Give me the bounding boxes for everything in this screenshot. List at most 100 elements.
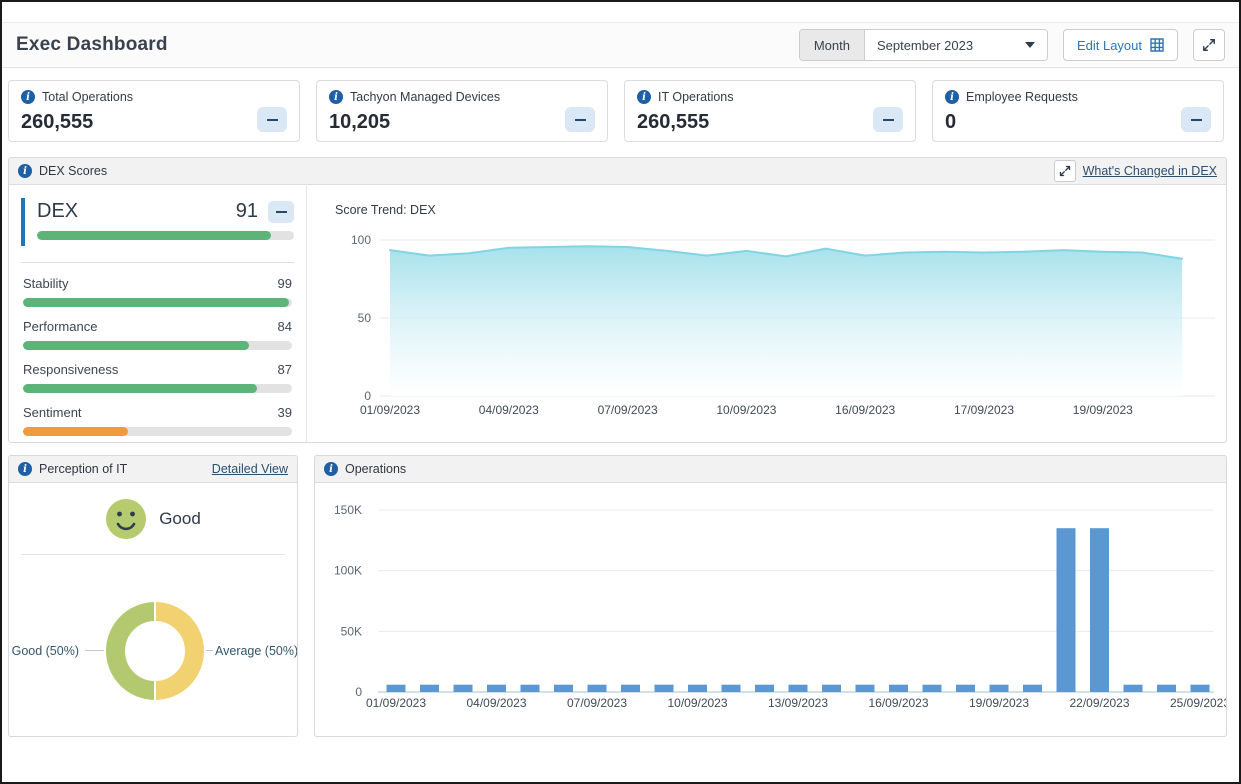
subscore-bar [23, 341, 249, 350]
exec-dashboard-window: Exec Dashboard Month September 2023 Edit… [0, 0, 1241, 784]
collapse-tile-button[interactable] [873, 107, 903, 132]
svg-text:07/09/2023: 07/09/2023 [598, 403, 658, 417]
top-strip [2, 2, 1239, 23]
kpi-value: 260,555 [21, 111, 287, 134]
subscore-label: Stability [23, 276, 69, 291]
svg-text:10/09/2023: 10/09/2023 [716, 403, 776, 417]
grid-icon [1150, 38, 1164, 52]
panel-title: Operations [345, 462, 406, 476]
dex-scores-panel: DEX Scores What's Changed in DEX DEX 91 [8, 157, 1227, 443]
svg-text:07/09/2023: 07/09/2023 [567, 696, 627, 710]
subscore-row-performance: Performance 84 [21, 308, 294, 351]
dashboard-header: Exec Dashboard Month September 2023 Edit… [2, 23, 1239, 68]
kpi-label: Employee Requests [966, 90, 1078, 104]
info-icon[interactable] [329, 90, 343, 104]
svg-text:01/09/2023: 01/09/2023 [366, 696, 426, 710]
subscore-row-sentiment: Sentiment 39 [21, 394, 294, 437]
period-granularity-button[interactable]: Month [800, 30, 865, 60]
perception-status: Good [9, 498, 297, 540]
svg-text:0: 0 [355, 685, 362, 699]
minus-icon [883, 119, 894, 121]
subscore-bar [23, 384, 257, 393]
page-title: Exec Dashboard [16, 34, 168, 56]
donut-label-good: Good (50%) [12, 644, 79, 658]
edit-layout-label: Edit Layout [1077, 38, 1142, 53]
dex-subscores: Stability 99 Performance 84 Responsivene… [21, 262, 294, 437]
subscore-row-responsiveness: Responsiveness 87 [21, 351, 294, 394]
kpi-card-tachyon-managed-devices: Tachyon Managed Devices 10,205 [316, 80, 608, 142]
svg-text:13/09/2023: 13/09/2023 [768, 696, 828, 710]
donut-label-average: Average (50%) [215, 644, 298, 658]
dex-score-summary: DEX 91 Stability 99 [9, 184, 307, 442]
kpi-value: 0 [945, 111, 1211, 134]
panel-title: DEX Scores [39, 164, 107, 178]
expand-icon [1059, 165, 1071, 177]
panel-title: Perception of IT [39, 462, 127, 476]
kpi-label: IT Operations [658, 90, 734, 104]
subscore-row-stability: Stability 99 [21, 265, 294, 308]
svg-text:22/09/2023: 22/09/2023 [1069, 696, 1129, 710]
kpi-value: 10,205 [329, 111, 595, 134]
period-selector: Month September 2023 [799, 29, 1048, 61]
detailed-view-link[interactable]: Detailed View [212, 462, 288, 476]
kpi-card-total-operations: Total Operations 260,555 [8, 80, 300, 142]
edit-layout-button[interactable]: Edit Layout [1063, 29, 1178, 61]
expand-dex-panel-button[interactable] [1054, 160, 1076, 182]
dex-score-bar-track [37, 231, 294, 240]
divider [21, 554, 285, 555]
collapse-tile-button[interactable] [565, 107, 595, 132]
svg-text:100K: 100K [334, 564, 362, 578]
info-icon[interactable] [18, 164, 32, 178]
svg-text:0: 0 [364, 389, 371, 403]
kpi-card-employee-requests: Employee Requests 0 [932, 80, 1224, 142]
operations-panel-header: Operations [315, 456, 1226, 483]
svg-text:04/09/2023: 04/09/2023 [479, 403, 539, 417]
whats-changed-link[interactable]: What's Changed in DEX [1083, 164, 1217, 178]
svg-text:16/09/2023: 16/09/2023 [835, 403, 895, 417]
minus-icon [276, 211, 287, 213]
subscore-value: 99 [278, 276, 292, 291]
fullscreen-button[interactable] [1193, 29, 1225, 61]
info-icon[interactable] [18, 462, 32, 476]
info-icon[interactable] [945, 90, 959, 104]
donut-connector [206, 650, 213, 651]
subscore-value: 87 [278, 362, 292, 377]
svg-text:25/09/2023: 25/09/2023 [1170, 696, 1226, 710]
svg-text:10/09/2023: 10/09/2023 [667, 696, 727, 710]
kpi-value: 260,555 [637, 111, 903, 134]
minus-icon [267, 119, 278, 121]
header-controls: Month September 2023 Edit Layout [799, 29, 1225, 61]
kpi-label: Total Operations [42, 90, 133, 104]
dex-main-score-card: DEX 91 [21, 198, 294, 246]
smiley-icon [105, 498, 147, 540]
dex-score-value: 91 [236, 200, 258, 223]
period-dropdown-value: September 2023 [877, 38, 973, 53]
collapse-dex-button[interactable] [268, 201, 294, 223]
subscore-bar [23, 427, 128, 436]
svg-text:17/09/2023: 17/09/2023 [954, 403, 1014, 417]
subscore-label: Responsiveness [23, 362, 118, 377]
kpi-row: Total Operations 260,555 Tachyon Managed… [8, 80, 1224, 142]
collapse-tile-button[interactable] [257, 107, 287, 132]
subscore-label: Sentiment [23, 405, 82, 420]
svg-text:50K: 50K [341, 624, 362, 638]
info-icon[interactable] [637, 90, 651, 104]
svg-text:01/09/2023: 01/09/2023 [360, 403, 420, 417]
subscore-label: Performance [23, 319, 97, 334]
svg-text:04/09/2023: 04/09/2023 [466, 696, 526, 710]
info-icon[interactable] [324, 462, 338, 476]
svg-text:150K: 150K [334, 503, 362, 517]
dex-trend-chart: 05010001/09/202304/09/202307/09/202310/0… [307, 184, 1226, 440]
perception-status-label: Good [159, 509, 201, 529]
kpi-label: Tachyon Managed Devices [350, 90, 500, 104]
period-dropdown[interactable]: September 2023 [865, 30, 1047, 60]
collapse-tile-button[interactable] [1181, 107, 1211, 132]
dex-scores-panel-header: DEX Scores What's Changed in DEX [9, 158, 1226, 185]
donut-connector [85, 650, 104, 651]
perception-of-it-panel: Perception of IT Detailed View Good Good… [8, 455, 298, 737]
svg-text:100: 100 [351, 233, 371, 247]
svg-text:19/09/2023: 19/09/2023 [1073, 403, 1133, 417]
info-icon[interactable] [21, 90, 35, 104]
subscore-bar [23, 298, 289, 307]
minus-icon [575, 119, 586, 121]
